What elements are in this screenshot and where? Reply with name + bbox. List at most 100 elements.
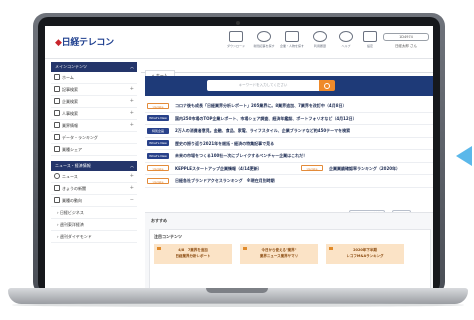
- card-line2: 日経業界分析レポート: [175, 254, 211, 258]
- news-row[interactable]: Update KEPPLEスタートアップ企業情報（4/14更新） Update 企業業…: [145, 163, 433, 175]
- laptop-screen: ◆日経テレコン ダウンロード 新聞記事を探す 企業・人物を探す 利用履歴 ヘルプ…: [45, 26, 433, 288]
- user-id: 1D4974: [383, 33, 429, 41]
- news-row[interactable]: What's New 未来の市場をつくる100社—次にブレイクするベンチャー企業は…: [145, 150, 433, 163]
- news-row[interactable]: Update 日経各社ブランドアクセスランキング ※現在月別時期: [145, 175, 433, 188]
- settings-icon: [363, 31, 377, 42]
- help-icon: [339, 31, 353, 42]
- chevron-right-icon: ›: [57, 222, 59, 227]
- sidebar-item-todays-paper[interactable]: きょうの新聞 +: [51, 183, 137, 195]
- sidebar-item-label: きょうの新聞: [62, 186, 86, 191]
- news-headline[interactable]: コロナ後も成長「日経業界分析レポート」205業界に。8業界追加、7業界を改訂中（…: [175, 100, 346, 112]
- recommend-card[interactable]: 2020年下半期レコフM&Aランキング: [326, 244, 404, 264]
- news-headline[interactable]: KEPPLEスタートアップ企業情報（4/14更新）: [175, 163, 262, 175]
- sidebar-item-share[interactable]: 業種シェア: [51, 144, 137, 156]
- search-input[interactable]: キーワードを入力してください: [207, 80, 319, 91]
- sidebar-item-label: 記事検索: [62, 87, 78, 92]
- sidebar-item-ranking[interactable]: データ・ランキング: [51, 132, 137, 144]
- chart-icon: [54, 133, 60, 140]
- recommend-panel-title: 注目コンテンツ: [154, 234, 182, 239]
- sidebar-item-company-search[interactable]: 企業検索 +: [51, 96, 137, 108]
- sidebar-item-trends[interactable]: 業種の動向 −: [51, 195, 137, 207]
- user-name: 日経太郎 さん: [394, 44, 418, 48]
- app-logo[interactable]: ◆日経テレコン: [55, 35, 114, 48]
- sidebar-item-label: 週刊東洋経済: [59, 222, 84, 227]
- news-row[interactable]: What's New 国内250市場のTOP企業レポート、市場シェア調査、経済年鑑…: [145, 113, 433, 125]
- building-icon: [54, 97, 60, 104]
- tab-bar: ⌂ ホーム: [141, 62, 433, 81]
- plus-icon: +: [129, 98, 134, 104]
- news-headline[interactable]: 企業業績確認率ランキング（2020年）: [329, 163, 400, 175]
- plus-icon: +: [129, 122, 134, 128]
- sidebar-item-home[interactable]: ホーム: [51, 72, 137, 84]
- sidebar-item-news[interactable]: ニュース +: [51, 171, 137, 183]
- news-headline[interactable]: 未来の市場をつくる100社—次にブレイクするベンチャー企業はこれだ！: [175, 150, 307, 162]
- sidebar-item-label: ホーム: [62, 75, 74, 80]
- search-icon: [54, 85, 60, 92]
- pie-icon: [54, 145, 60, 152]
- special-badge: 特別企画: [147, 127, 169, 134]
- sidebar-section-title: メインコンテンツ: [55, 64, 87, 69]
- user-menu[interactable]: 1D4974 日経太郎 さん: [383, 33, 429, 49]
- logo-mark-icon: ◆: [55, 38, 62, 48]
- card-line1: 2020年下半期: [353, 248, 377, 252]
- update-badge: Update: [147, 177, 169, 184]
- tag-icon: [329, 247, 333, 250]
- sidebar-section-main[interactable]: メインコンテンツ ︿: [51, 62, 137, 72]
- sidebar-item-label: 業種の動向: [62, 198, 82, 203]
- news-headline[interactable]: 歴史の振り返り2021年を総括・経済の特集記事で見る: [175, 138, 274, 150]
- news-headline[interactable]: 2万人の消費者意見。金融、食品、家電、ライフスタイル、企業ブランドなど約450テ…: [175, 125, 350, 137]
- sidebar-item-industry[interactable]: 業界情報 +: [51, 120, 137, 132]
- search-button[interactable]: [319, 80, 335, 91]
- whats-new-badge: What's New: [147, 115, 169, 121]
- recommend-card[interactable]: 4/8 7業界を追加 日経業界分析レポート: [154, 244, 232, 264]
- download-icon: [229, 31, 243, 42]
- news-headline[interactable]: 国内250市場のTOP企業レポート、市場シェア調査、経済年鑑誌、ポートフォリオな…: [175, 113, 357, 125]
- header-icon-label: ダウンロード: [226, 44, 245, 48]
- recommend-panel: 注目コンテンツ 4/8 7業界を追加 日経業界分析レポート 今日から使える"業界" 業…: [149, 229, 431, 288]
- news-list: Update コロナ後も成長「日経業界分析レポート」205業界に。8業界追加、7業…: [145, 100, 433, 188]
- sidebar-item-people-search[interactable]: 人事検索 +: [51, 108, 137, 120]
- news-row[interactable]: 特別企画 2万人の消費者意見。金融、食品、家電、ライフスタイル、企業ブランドなど約…: [145, 125, 433, 138]
- header-icon-label: 新聞記事を探す: [253, 44, 275, 48]
- header-download[interactable]: ダウンロード: [221, 31, 251, 48]
- sidebar-item-label: 人事検索: [62, 111, 78, 116]
- sidebar-item-article-search[interactable]: 記事検索 +: [51, 84, 137, 96]
- header-settings[interactable]: 設定: [355, 31, 385, 48]
- main-content: ⌂ ホーム キーワードを入力してください Update コロナ後も成長「日経業界分…: [141, 62, 433, 288]
- chevron-right-icon: ›: [57, 210, 59, 215]
- sidebar-subitem-business[interactable]: › 日経ビジネス: [51, 207, 137, 219]
- minus-icon: −: [129, 197, 134, 203]
- sidebar-section-title: ニュース・経済情報: [55, 163, 91, 168]
- sidebar-subitem-toyo[interactable]: › 週刊東洋経済: [51, 219, 137, 231]
- news-search-icon: [257, 31, 271, 42]
- update-badge: Update: [147, 102, 169, 109]
- company-search-icon: [285, 31, 299, 42]
- header-company-search[interactable]: 企業・人物を探す: [277, 31, 307, 48]
- tag-icon: [243, 247, 247, 250]
- sidebar-section-news[interactable]: ニュース・経済情報 ︿: [51, 161, 137, 171]
- news-row[interactable]: What's New 歴史の振り返り2021年を総括・経済の特集記事で見る: [145, 138, 433, 150]
- header-icon-label: 設定: [366, 44, 373, 48]
- sidebar-subitem-diamond[interactable]: › 週刊ダイヤモンド: [51, 231, 137, 243]
- plus-icon: +: [129, 185, 134, 191]
- news-row[interactable]: Update コロナ後も成長「日経業界分析レポート」205業界に。8業界追加、7業…: [145, 100, 433, 113]
- home-icon: [54, 73, 60, 80]
- news-headline[interactable]: 日経各社ブランドアクセスランキング ※現在月別時期: [175, 175, 275, 187]
- logo-text: 日経テレコン: [61, 38, 115, 48]
- card-line2: レコフM&Aランキング: [346, 254, 384, 258]
- header-news-search[interactable]: 新聞記事を探す: [249, 31, 279, 48]
- tag-icon: [157, 247, 161, 250]
- recommend-section: おすすめ 注目コンテンツ 4/8 7業界を追加 日経業界分析レポート 今日から使える…: [145, 212, 433, 288]
- laptop-notch: [206, 288, 268, 293]
- recommend-card[interactable]: 今日から使える"業界" 業界ニュース業界サマリ: [240, 244, 318, 264]
- whats-new-badge: What's New: [147, 140, 169, 146]
- app-header: ◆日経テレコン ダウンロード 新聞記事を探す 企業・人物を探す 利用履歴 ヘルプ…: [45, 26, 433, 59]
- webcam-icon: [236, 21, 240, 25]
- sidebar: メインコンテンツ ︿ ホーム 記事検索 + 企業検索 + 人事検索 + 業界情報 + デー…: [51, 62, 137, 288]
- card-line2: 業界ニュース業界サマリ: [259, 254, 299, 258]
- grid-icon: [54, 196, 60, 203]
- chevron-right-icon: ›: [57, 234, 59, 239]
- update-badge: Update: [301, 165, 323, 171]
- header-icon-label: 企業・人物を探す: [279, 44, 304, 48]
- chevron-up-icon: ︿: [130, 163, 134, 168]
